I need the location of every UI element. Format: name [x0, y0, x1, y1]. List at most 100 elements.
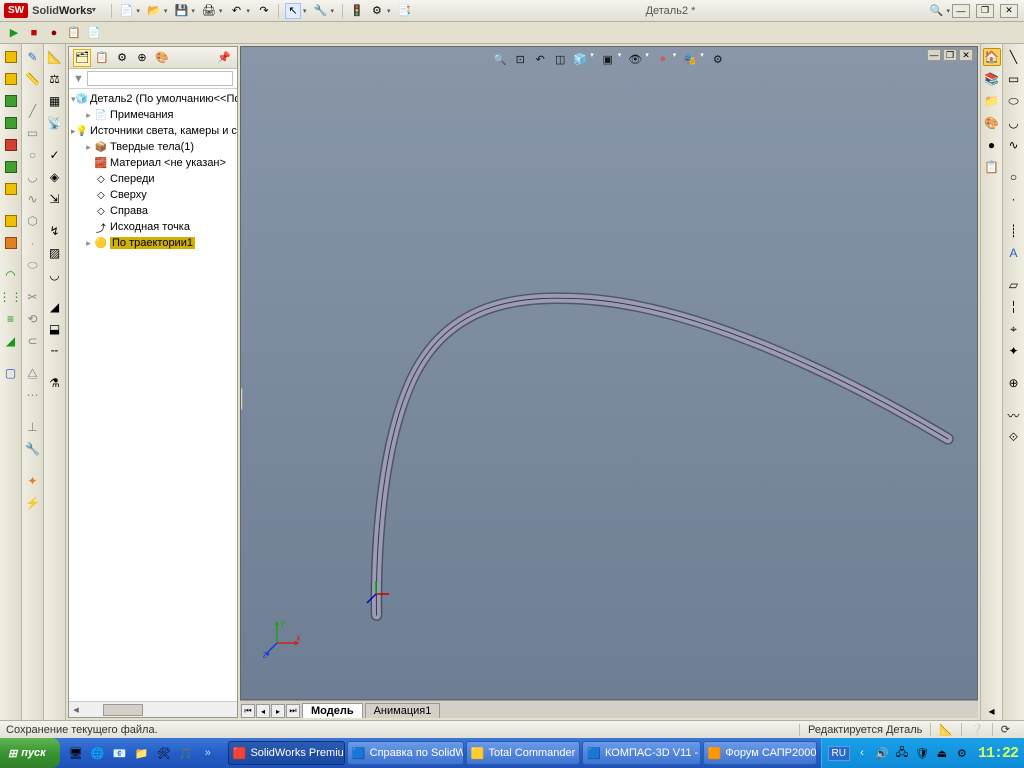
- filter-icon[interactable]: ▼: [73, 73, 84, 85]
- tree-hscrollbar[interactable]: ◂: [69, 701, 237, 717]
- curvature-icon[interactable]: ◡: [46, 266, 64, 284]
- instant3d-icon[interactable]: ⟐: [1005, 428, 1023, 446]
- ql-expand-icon[interactable]: »: [198, 742, 218, 764]
- options-drop-icon[interactable]: ▾: [387, 7, 391, 15]
- smart-dim-icon[interactable]: 📏: [24, 70, 42, 88]
- section-props-icon[interactable]: ▦: [46, 92, 64, 110]
- sketch-rect2-icon[interactable]: ▭: [1005, 70, 1023, 88]
- check-icon[interactable]: ✓: [46, 146, 64, 164]
- rapid-sketch-icon[interactable]: ⚡: [24, 494, 42, 512]
- help-drop-icon[interactable]: ▾: [946, 7, 950, 15]
- redo-icon[interactable]: ↷: [256, 3, 272, 19]
- expand-icon[interactable]: ▸: [83, 142, 94, 153]
- tree-item[interactable]: ▸📦Твердые тела(1): [71, 139, 235, 155]
- mirror-icon[interactable]: ⧋: [24, 364, 42, 382]
- task-button[interactable]: 🟨Total Commander 7.0 …: [466, 741, 581, 765]
- close-button[interactable]: ✕: [1000, 4, 1018, 18]
- axis-icon[interactable]: ╎: [1005, 298, 1023, 316]
- status-rebuild-icon[interactable]: ⟳: [992, 723, 1018, 736]
- ellipse-icon[interactable]: ⬭: [24, 256, 42, 274]
- open-icon[interactable]: 📂: [146, 3, 162, 19]
- convert-icon[interactable]: ⟲: [24, 310, 42, 328]
- sketch-slot2-icon[interactable]: ⬭: [1005, 92, 1023, 110]
- sketch-line2-icon[interactable]: ╲: [1005, 48, 1023, 66]
- tree-item[interactable]: ⤴Исходная точка: [71, 219, 235, 235]
- toolbox-icon[interactable]: 📑: [396, 3, 412, 19]
- mate-ref-icon[interactable]: ⊕: [1005, 374, 1023, 392]
- tree-pushpin-icon[interactable]: 📌: [215, 49, 233, 67]
- feature-tree[interactable]: ▾ 🧊 Деталь2 (По умолчанию<<По ум ▸📄Приме…: [69, 89, 237, 701]
- undercut-icon[interactable]: ⬓: [46, 320, 64, 338]
- ql-app4-icon[interactable]: 📁: [132, 742, 152, 764]
- record-macro-icon[interactable]: ●: [46, 25, 62, 41]
- resources-tab-icon[interactable]: 🏠: [983, 48, 1001, 66]
- task-button[interactable]: 🟦КОМПАС-3D V11 - СМ…: [582, 741, 700, 765]
- ql-ie-icon[interactable]: 🌐: [88, 742, 108, 764]
- taskbar-clock[interactable]: 11:22: [978, 745, 1018, 762]
- arc-icon[interactable]: ◡: [24, 168, 42, 186]
- select-drop-icon[interactable]: ▾: [303, 7, 307, 15]
- import-diag-icon[interactable]: ⇲: [46, 190, 64, 208]
- app-menu-drop-icon[interactable]: ▼: [90, 7, 97, 14]
- tree-item[interactable]: ◇Спереди: [71, 171, 235, 187]
- zebra-icon[interactable]: ▨: [46, 244, 64, 262]
- ql-outlook-icon[interactable]: 📧: [110, 742, 130, 764]
- coord-sys-icon[interactable]: ⌖: [1005, 320, 1023, 338]
- undo-icon[interactable]: ↶: [228, 3, 244, 19]
- curves-icon[interactable]: 〰: [1005, 406, 1023, 424]
- tree-tab-dimxpert-icon[interactable]: ⊕: [133, 49, 151, 67]
- trim-icon[interactable]: ✂: [24, 288, 42, 306]
- view-triad[interactable]: x y z: [261, 619, 301, 659]
- ql-desktop-icon[interactable]: 🖥: [66, 742, 86, 764]
- tray-app-icon[interactable]: ⚙: [954, 745, 970, 761]
- origin-marker[interactable]: [361, 579, 391, 609]
- tray-network-icon[interactable]: 🖧: [894, 745, 910, 761]
- shell-icon[interactable]: ▢: [2, 364, 20, 382]
- expand-icon[interactable]: ▸: [83, 110, 94, 121]
- sketch-point2-icon[interactable]: ·: [1005, 190, 1023, 208]
- save-drop-icon[interactable]: ▾: [191, 7, 195, 15]
- file-explorer-tab-icon[interactable]: 📁: [983, 92, 1001, 110]
- tray-usb-icon[interactable]: ⏏: [934, 745, 950, 761]
- rib-icon[interactable]: ≡: [2, 310, 20, 328]
- rectangle-icon[interactable]: ▭: [24, 124, 42, 142]
- expand-icon[interactable]: ▸: [83, 238, 94, 249]
- new-macro-icon[interactable]: 📄: [86, 25, 102, 41]
- repair-sketch-icon[interactable]: 🔧: [24, 440, 42, 458]
- revolve-cut-icon[interactable]: [2, 212, 20, 230]
- swept-cut-icon[interactable]: [2, 234, 20, 252]
- minimize-button[interactable]: —: [952, 4, 970, 18]
- status-custom-icon[interactable]: ❔: [961, 723, 992, 736]
- tray-expand-icon[interactable]: ‹: [854, 745, 870, 761]
- undo-drop-icon[interactable]: ▾: [246, 7, 250, 15]
- task-button[interactable]: 🟧Форум САПР2000 -> …: [703, 741, 817, 765]
- design-library-tab-icon[interactable]: 📚: [983, 70, 1001, 88]
- ql-app5-icon[interactable]: 🛠: [154, 742, 174, 764]
- tab-model[interactable]: Модель: [302, 703, 363, 718]
- tree-tab-property-icon[interactable]: 📋: [93, 49, 111, 67]
- new-doc-icon[interactable]: 📄: [118, 3, 134, 19]
- tab-first-button[interactable]: ⏮: [241, 704, 255, 718]
- sketch-circle2-icon[interactable]: ○: [1005, 168, 1023, 186]
- quick-snaps-icon[interactable]: ✦: [24, 472, 42, 490]
- revolve-boss-icon[interactable]: [2, 70, 20, 88]
- tree-item[interactable]: 🧱Материал <не указан>: [71, 155, 235, 171]
- tab-prev-button[interactable]: ◂: [256, 704, 270, 718]
- tree-item[interactable]: ◇Справа: [71, 203, 235, 219]
- extrude-boss-icon[interactable]: [2, 48, 20, 66]
- collapse-taskpane-icon[interactable]: ◂: [983, 702, 1001, 720]
- tree-tab-feature-icon[interactable]: 🗂: [73, 49, 91, 67]
- scrollbar-thumb[interactable]: [103, 704, 143, 716]
- tree-root[interactable]: ▾ 🧊 Деталь2 (По умолчанию<<По ум: [71, 91, 235, 107]
- rebuild-drop-icon[interactable]: ▾: [330, 7, 334, 15]
- view-palette-tab-icon[interactable]: 🎨: [983, 114, 1001, 132]
- status-units-icon[interactable]: 📐: [930, 723, 961, 736]
- custom-props-tab-icon[interactable]: 📋: [983, 158, 1001, 176]
- point-icon[interactable]: ·: [24, 234, 42, 252]
- extrude-cut-icon[interactable]: [2, 158, 20, 176]
- draft-icon[interactable]: ◢: [2, 332, 20, 350]
- traffic-light-icon[interactable]: 🚦: [349, 3, 365, 19]
- offset-icon[interactable]: ⊂: [24, 332, 42, 350]
- mass-props-icon[interactable]: ⚖: [46, 70, 64, 88]
- task-button[interactable]: 🟦Справка по SolidWork…: [347, 741, 464, 765]
